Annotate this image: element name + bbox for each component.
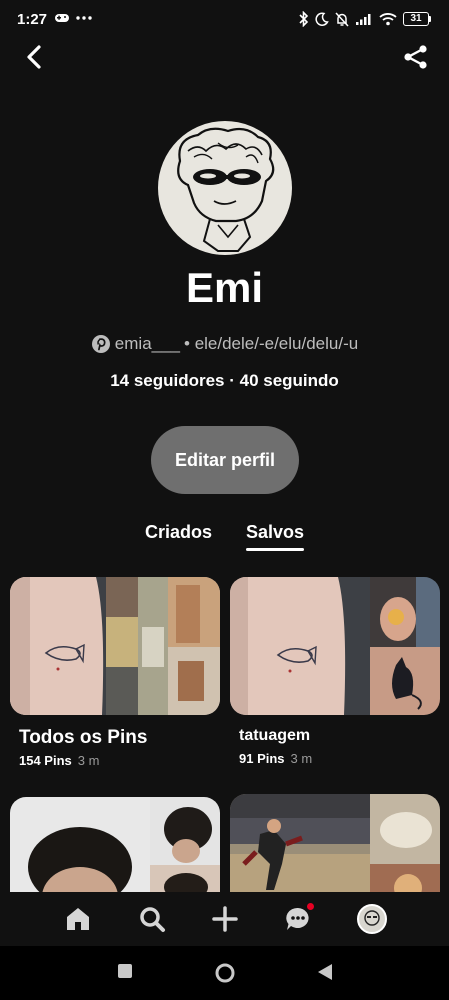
edit-profile-button[interactable]: Editar perfil bbox=[151, 426, 299, 494]
square-icon bbox=[118, 964, 132, 978]
circle-icon bbox=[215, 963, 235, 983]
wifi-icon bbox=[379, 13, 397, 26]
recents-button[interactable] bbox=[117, 963, 133, 984]
back-button[interactable] bbox=[20, 42, 50, 72]
status-bar: 1:27 31 bbox=[0, 0, 449, 40]
board-cover bbox=[10, 577, 220, 715]
back-system-button[interactable] bbox=[317, 963, 333, 986]
signal-icon bbox=[356, 14, 371, 25]
pin-count: 154 Pins bbox=[19, 753, 72, 768]
followers-following[interactable]: 14 seguidores · 40 seguindo bbox=[0, 371, 449, 391]
search-icon bbox=[140, 907, 165, 932]
board-tatuagem[interactable]: tatuagem 91 Pins 3 m bbox=[230, 577, 440, 767]
bottom-navigation bbox=[0, 892, 449, 946]
nav-search[interactable] bbox=[136, 903, 168, 935]
muted-bell-icon bbox=[335, 11, 349, 27]
nav-home[interactable] bbox=[62, 903, 94, 935]
chevron-left-icon bbox=[27, 45, 41, 69]
triangle-back-icon bbox=[318, 964, 332, 980]
tab-criados[interactable]: Criados bbox=[145, 522, 212, 543]
board-age: 3 m bbox=[290, 751, 313, 766]
nav-messages[interactable] bbox=[282, 903, 314, 935]
home-icon bbox=[67, 908, 89, 930]
profile-handle: emia___ bbox=[114, 334, 181, 353]
status-time: 1:27 bbox=[17, 11, 48, 28]
board-third[interactable] bbox=[10, 797, 220, 892]
bluetooth-icon bbox=[299, 11, 309, 27]
system-navigation-bar bbox=[0, 946, 449, 1000]
more-dots-icon bbox=[76, 16, 92, 20]
profile-avatar bbox=[357, 904, 387, 934]
nav-create[interactable] bbox=[209, 903, 241, 935]
board-title: Todos os Pins bbox=[19, 727, 148, 748]
handle-row: emia___ • ele/dele/-e/elu/delu/-u bbox=[0, 334, 449, 354]
pin-count: 91 Pins bbox=[239, 751, 285, 766]
battery-icon: 31 bbox=[403, 12, 431, 26]
board-cover-images bbox=[230, 577, 440, 715]
board-cover bbox=[10, 797, 220, 892]
board-cover-images bbox=[230, 794, 440, 892]
game-controller-icon bbox=[55, 14, 69, 22]
nav-profile[interactable] bbox=[356, 903, 388, 935]
active-tab-indicator bbox=[246, 548, 304, 551]
board-cover bbox=[230, 794, 440, 892]
pinterest-logo-icon bbox=[91, 335, 110, 353]
notification-dot bbox=[307, 903, 314, 910]
plus-icon bbox=[212, 906, 238, 932]
do-not-disturb-moon-icon bbox=[315, 12, 329, 26]
profile-pronouns: • ele/dele/-e/elu/delu/-u bbox=[184, 334, 359, 353]
board-cover-images bbox=[10, 577, 220, 715]
board-age: 3 m bbox=[77, 753, 100, 768]
profile-name: Emi bbox=[185, 264, 264, 311]
home-button[interactable] bbox=[214, 962, 236, 989]
share-button[interactable] bbox=[403, 44, 429, 70]
share-icon bbox=[404, 45, 427, 69]
board-title: tatuagem bbox=[239, 727, 311, 744]
board-cover bbox=[230, 577, 440, 715]
board-meta: 154 Pins 3 m bbox=[19, 753, 99, 768]
board-meta: 91 Pins 3 m bbox=[239, 751, 312, 766]
board-cover-images bbox=[10, 797, 220, 892]
board-todos-os-pins[interactable]: Todos os Pins 154 Pins 3 m bbox=[10, 577, 220, 768]
avatar-drawing bbox=[177, 127, 275, 252]
tab-salvos[interactable]: Salvos bbox=[246, 522, 304, 543]
profile-avatar[interactable] bbox=[158, 121, 292, 255]
board-fourth[interactable] bbox=[230, 794, 440, 892]
